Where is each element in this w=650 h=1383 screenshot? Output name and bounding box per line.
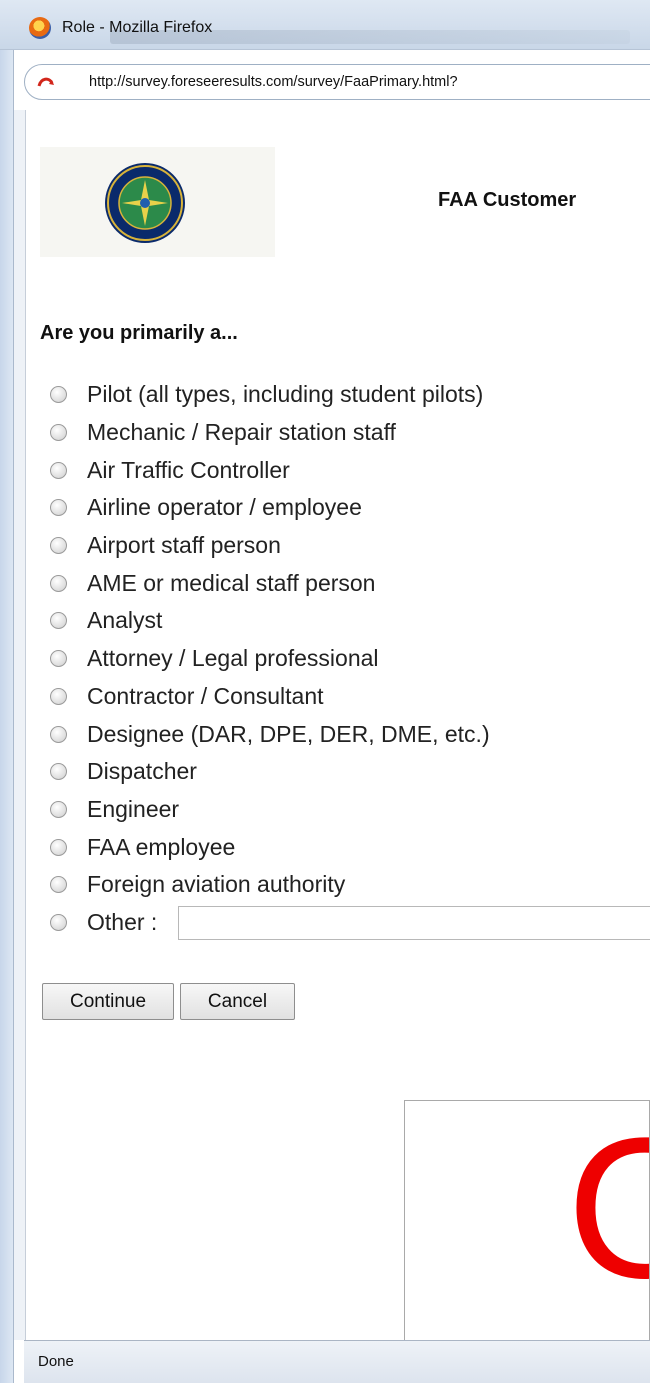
option-airline-operator[interactable]: Airline operator / employee bbox=[50, 489, 490, 527]
radio-button[interactable] bbox=[50, 612, 67, 630]
option-contractor[interactable]: Contractor / Consultant bbox=[50, 678, 490, 716]
radio-button[interactable] bbox=[50, 386, 67, 404]
option-label: Contractor / Consultant bbox=[87, 682, 324, 709]
radio-button[interactable] bbox=[50, 650, 67, 668]
url-text[interactable]: http://survey.foreseeresults.com/survey/… bbox=[89, 74, 458, 90]
content-border bbox=[14, 110, 26, 1340]
radio-button[interactable] bbox=[50, 574, 67, 592]
radio-button[interactable] bbox=[50, 687, 67, 705]
radio-button[interactable] bbox=[50, 838, 67, 856]
option-foreign-authority[interactable]: Foreign aviation authority bbox=[50, 866, 490, 904]
option-dispatcher[interactable]: Dispatcher bbox=[50, 753, 490, 791]
option-designee[interactable]: Designee (DAR, DPE, DER, DME, etc.) bbox=[50, 715, 490, 753]
option-engineer[interactable]: Engineer bbox=[50, 791, 490, 829]
reload-arrow-icon[interactable] bbox=[37, 75, 55, 89]
option-label: Airline operator / employee bbox=[87, 494, 362, 521]
option-analyst[interactable]: Analyst bbox=[50, 602, 490, 640]
role-options: Pilot (all types, including student pilo… bbox=[50, 376, 650, 942]
option-label: Attorney / Legal professional bbox=[87, 645, 379, 672]
other-text-field[interactable] bbox=[178, 905, 650, 940]
option-mechanic[interactable]: Mechanic / Repair station staff bbox=[50, 414, 490, 452]
option-label: Pilot (all types, including student pilo… bbox=[87, 381, 484, 408]
cancel-button[interactable]: Cancel bbox=[180, 983, 295, 1020]
address-bar[interactable]: http://survey.foreseeresults.com/survey/… bbox=[24, 64, 650, 100]
faa-seal-icon bbox=[105, 163, 185, 243]
overlay-letter: O bbox=[567, 1109, 649, 1309]
option-label: Other : bbox=[87, 908, 158, 935]
option-label: Foreign aviation authority bbox=[87, 871, 346, 898]
radio-button[interactable] bbox=[50, 913, 67, 931]
question-heading: Are you primarily a... bbox=[40, 322, 238, 344]
option-label: Analyst bbox=[87, 607, 163, 634]
radio-button[interactable] bbox=[50, 800, 67, 818]
option-label: FAA employee bbox=[87, 833, 236, 860]
radio-button[interactable] bbox=[50, 424, 67, 442]
option-label: Mechanic / Repair station staff bbox=[87, 419, 396, 446]
option-attorney[interactable]: Attorney / Legal professional bbox=[50, 640, 490, 678]
option-air-traffic-controller[interactable]: Air Traffic Controller bbox=[50, 451, 490, 489]
option-ame-medical[interactable]: AME or medical staff person bbox=[50, 564, 490, 602]
radio-button[interactable] bbox=[50, 537, 67, 555]
status-text: Done bbox=[38, 1353, 74, 1370]
page-title: FAA Customer bbox=[438, 189, 577, 211]
radio-button[interactable] bbox=[50, 499, 67, 517]
option-airport-staff[interactable]: Airport staff person bbox=[50, 527, 490, 565]
continue-button[interactable]: Continue bbox=[42, 983, 174, 1020]
radio-button[interactable] bbox=[50, 876, 67, 894]
option-pilot[interactable]: Pilot (all types, including student pilo… bbox=[50, 376, 490, 414]
radio-button[interactable] bbox=[50, 725, 67, 743]
option-label: AME or medical staff person bbox=[87, 569, 376, 596]
option-faa-employee[interactable]: FAA employee bbox=[50, 828, 490, 866]
radio-button[interactable] bbox=[50, 461, 67, 479]
option-label: Dispatcher bbox=[87, 758, 197, 785]
window-left-frame bbox=[0, 50, 14, 1383]
option-label: Airport staff person bbox=[87, 532, 281, 559]
option-label: Designee (DAR, DPE, DER, DME, etc.) bbox=[87, 720, 490, 747]
overlay-panel: O bbox=[404, 1100, 650, 1372]
status-bar: Done bbox=[24, 1340, 650, 1383]
option-other[interactable]: Other : bbox=[50, 904, 650, 942]
option-label: Engineer bbox=[87, 795, 180, 822]
radio-button[interactable] bbox=[50, 763, 67, 781]
option-label: Air Traffic Controller bbox=[87, 456, 290, 483]
window-title: Role - Mozilla Firefox bbox=[62, 19, 213, 36]
firefox-icon bbox=[29, 17, 51, 39]
